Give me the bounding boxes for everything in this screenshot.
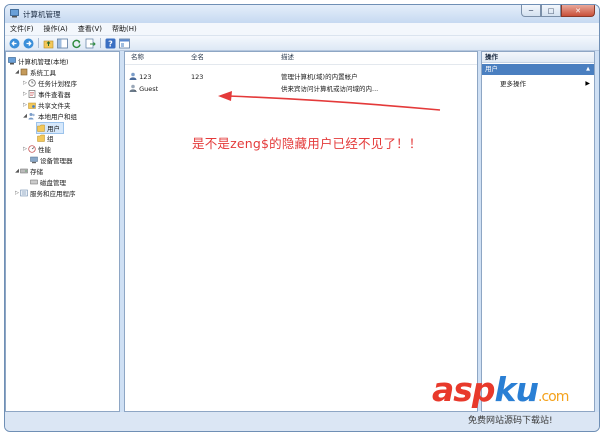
site-watermark: aspku.com bbox=[432, 370, 569, 414]
annotation-text: 是不是zeng$的隐藏用户已经不见了！！ bbox=[192, 136, 422, 151]
watermark-subtitle: 免费网站源码下载站! bbox=[468, 416, 553, 426]
watermark-part-com: .com bbox=[538, 389, 569, 405]
watermark-part-asp: asp bbox=[432, 370, 496, 409]
watermark-part-ku: ku bbox=[494, 370, 539, 409]
